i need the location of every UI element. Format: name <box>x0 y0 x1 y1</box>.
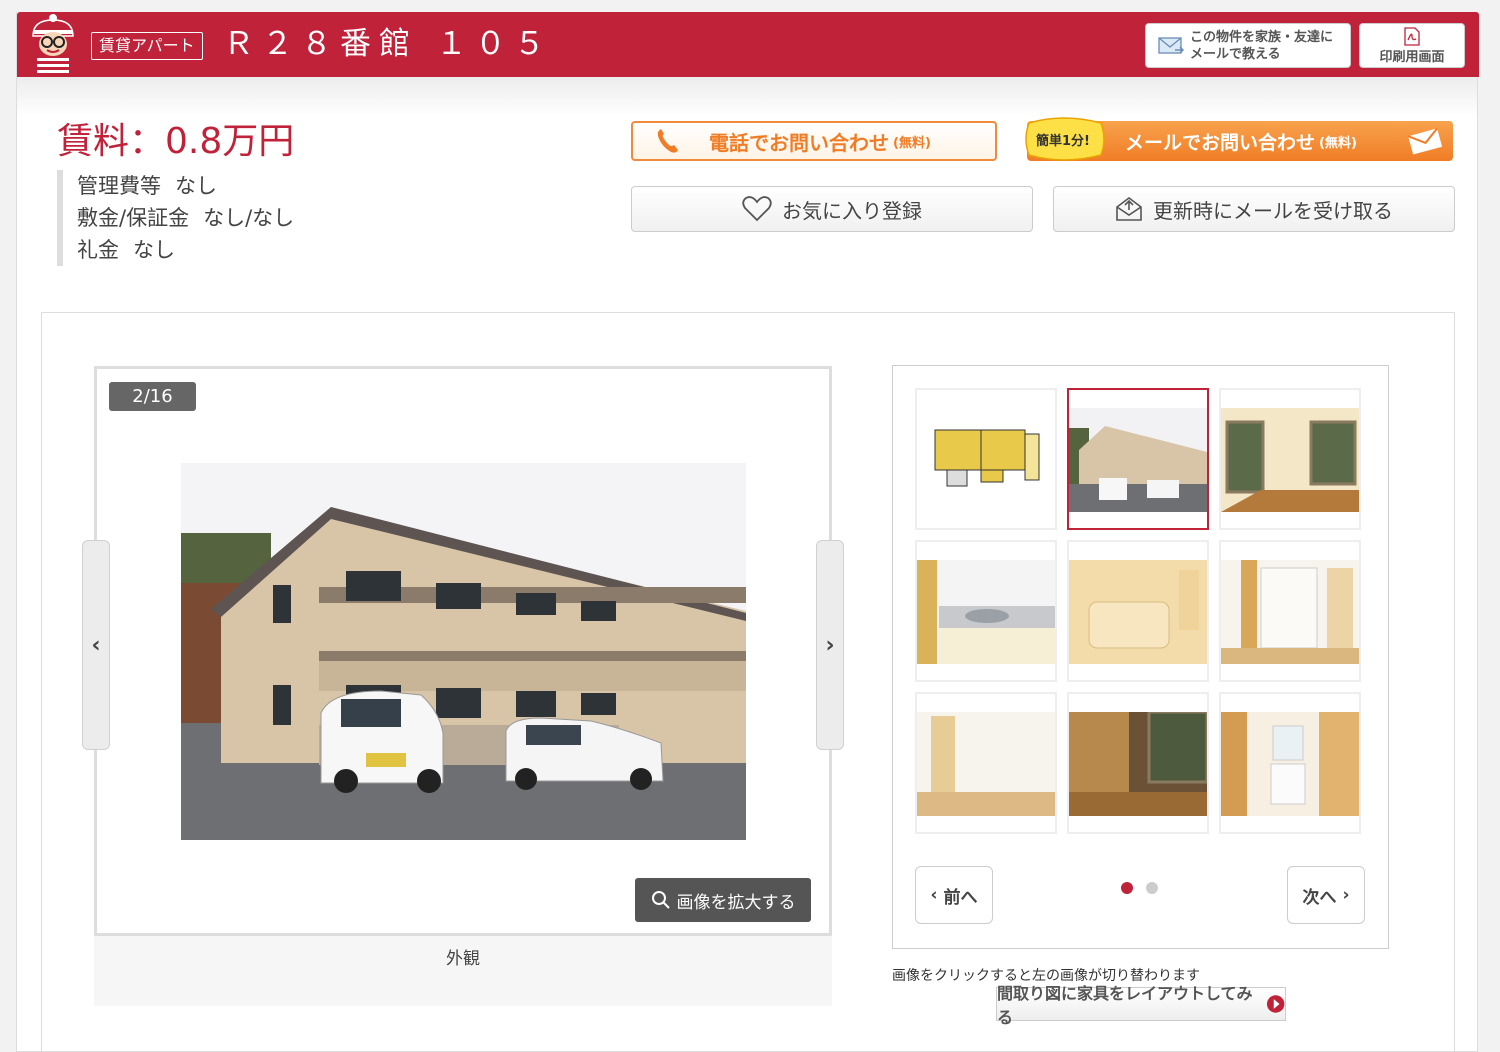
thumbnail-image <box>1221 408 1359 512</box>
thumbnail-image <box>1069 712 1207 816</box>
fee-label: 礼金 <box>77 238 119 262</box>
thumbnail-floorplan[interactable] <box>915 388 1057 530</box>
phone-inquiry-button[interactable]: 電話でお問い合わせ (無料) <box>631 121 997 161</box>
property-page: 賃貸アパート Ｒ２８番館 １０５ この物件を家族・友達に メールで教える 印刷用… <box>16 12 1479 1052</box>
chevron-right-icon: › <box>1336 885 1350 905</box>
previous-photo-button[interactable]: ‹ <box>82 540 110 750</box>
fee-value: なし <box>133 238 175 262</box>
page-dot-1[interactable] <box>1121 882 1133 894</box>
share-by-email-button[interactable]: この物件を家族・友達に メールで教える <box>1145 23 1351 68</box>
fee-label: 管理費等 <box>77 174 161 198</box>
search-icon <box>651 891 670 909</box>
quick-badge: 簡単1分! <box>1025 117 1105 161</box>
fee-label: 敷金/保証金 <box>77 206 190 230</box>
main-photo-frame: 2/16 画像を拡大する <box>94 366 832 936</box>
share-label: この物件を家族・友達に メールで教える <box>1190 29 1333 63</box>
thumbnail-next-button[interactable]: 次へ › <box>1287 866 1365 924</box>
add-favorite-label: お気に入り登録 <box>782 198 922 223</box>
mail-inquiry-sub: (無料) <box>1319 135 1357 151</box>
mascot-icon <box>32 14 74 76</box>
heart-icon <box>742 196 772 222</box>
next-label: 次へ <box>1302 887 1337 908</box>
share-label-line2: メールで教える <box>1190 46 1281 62</box>
update-mail-button[interactable]: 更新時にメールを受け取る <box>1053 186 1455 232</box>
thumbnail-bathroom[interactable] <box>1067 540 1209 682</box>
fee-value: なし/なし <box>203 206 295 230</box>
furniture-layout-label: 間取り図に家具をレイアウトしてみる <box>997 984 1253 1027</box>
thumbnail-image <box>917 408 1055 512</box>
thumbnail-room-2[interactable] <box>915 692 1057 834</box>
photo-caption: 外観 <box>94 936 832 1006</box>
next-photo-button[interactable]: › <box>816 540 844 750</box>
thumbnail-room-1[interactable] <box>1219 388 1361 530</box>
quick-badge-label: 簡単1分! <box>1035 133 1090 149</box>
page-dot-2[interactable] <box>1146 882 1158 894</box>
thumbnail-grid: ‹ 前へ 次へ › <box>892 365 1389 949</box>
add-favorite-button[interactable]: お気に入り登録 <box>631 186 1033 232</box>
chevron-left-icon: ‹ <box>930 885 944 905</box>
thumbnail-image <box>1221 712 1359 816</box>
thumbnail-image <box>917 712 1055 816</box>
photo-counter: 2/16 <box>109 382 196 411</box>
mail-inquiry-label: メールでお問い合わせ <box>1125 131 1316 154</box>
rent-price: 賃料：0.8万円 <box>57 121 295 162</box>
zoom-image-label: 画像を拡大する <box>676 892 796 913</box>
update-mail-label: 更新時にメールを受け取る <box>1153 198 1393 223</box>
play-icon <box>1266 995 1285 1013</box>
page-title: Ｒ２８番館 １０５ <box>223 26 553 62</box>
furniture-layout-button[interactable]: 間取り図に家具をレイアウトしてみる <box>996 984 1286 1027</box>
print-view-button[interactable]: 印刷用画面 <box>1359 23 1465 68</box>
fee-row-key-money: 礼金 なし <box>77 234 347 266</box>
thumbnail-image <box>917 560 1055 664</box>
thumbnail-image <box>1221 560 1359 664</box>
thumbnail-kitchen[interactable] <box>915 540 1057 682</box>
thumbnail-closet[interactable] <box>1219 540 1361 682</box>
main-photo[interactable] <box>181 463 746 840</box>
thumbnail-image <box>1069 560 1207 664</box>
thumbnail-image <box>1069 408 1207 512</box>
chevron-left-icon: ‹ <box>91 632 101 658</box>
phone-inquiry-sub: (無料) <box>893 135 931 151</box>
thumbnail-prev-button[interactable]: ‹ 前へ <box>915 866 993 924</box>
prev-label: 前へ <box>943 887 978 908</box>
header-shadow <box>17 77 1477 117</box>
share-label-line1: この物件を家族・友達に <box>1190 29 1334 45</box>
property-type-badge: 賃貸アパート <box>91 32 203 60</box>
thumbnail-room-3[interactable] <box>1067 692 1209 834</box>
thumbnail-exterior[interactable] <box>1067 388 1209 530</box>
fee-list: 管理費等 なし 敷金/保証金 なし/なし 礼金 なし <box>57 170 347 266</box>
zoom-image-button[interactable]: 画像を拡大する <box>635 878 811 922</box>
thumbnail-washroom[interactable] <box>1219 692 1361 834</box>
chevron-right-icon: › <box>825 632 835 658</box>
phone-icon <box>657 129 678 153</box>
envelope-icon <box>1407 127 1443 155</box>
pdf-icon <box>1404 26 1420 46</box>
fee-row-deposit: 敷金/保証金 なし/なし <box>77 202 347 234</box>
photo-gallery: 2/16 画像を拡大する 外観 ‹ › ‹ 前へ 次へ › 画像をクリックすると… <box>41 312 1455 1052</box>
phone-inquiry-label: 電話でお問い合わせ <box>709 130 889 155</box>
fee-value: なし <box>175 174 217 198</box>
print-label: 印刷用画面 <box>1379 49 1445 65</box>
page-header: 賃貸アパート Ｒ２８番館 １０５ この物件を家族・友達に メールで教える 印刷用… <box>17 12 1479 77</box>
envelope-icon <box>1158 36 1184 54</box>
mail-inquiry-button[interactable]: 簡単1分! メールでお問い合わせ (無料) <box>1025 117 1453 161</box>
mail-update-icon <box>1116 197 1142 221</box>
fee-row-management: 管理費等 なし <box>77 170 347 202</box>
